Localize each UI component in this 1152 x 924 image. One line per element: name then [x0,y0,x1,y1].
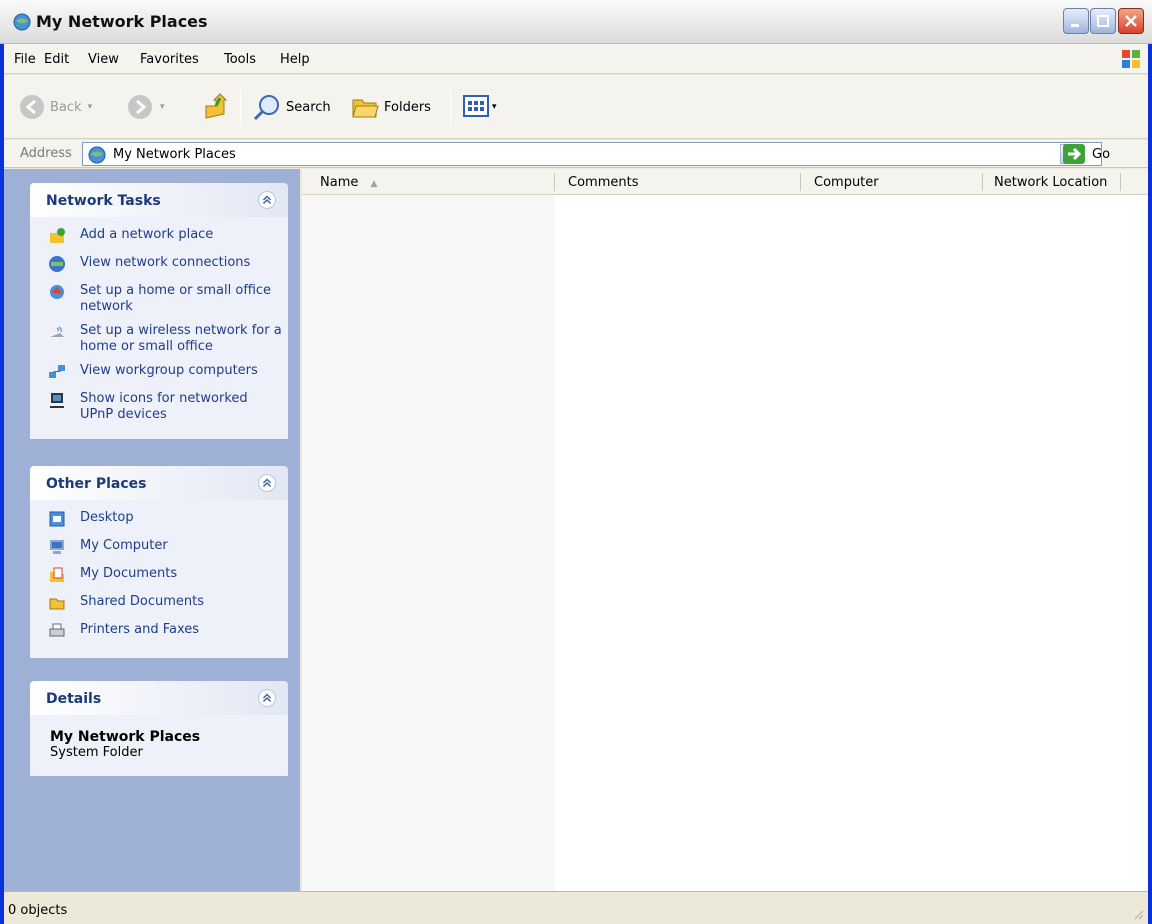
collapse-chevron-icon[interactable] [258,191,276,209]
my-computer-icon [50,540,64,554]
address-label: Address [20,146,72,161]
task-setup-wireless-network[interactable]: Set up a wireless network for a home or … [30,323,288,363]
place-printers-and-faxes[interactable]: Printers and Faxes [30,622,288,650]
task-add-network-place[interactable]: Add a network place [30,227,288,255]
status-bar: 0 objects [4,891,1148,924]
place-desktop[interactable]: Desktop [30,510,288,538]
views-icon [463,95,489,117]
task-show-upnp-devices[interactable]: Show icons for networked UPnP devices [30,391,288,431]
menu-bar: File Edit View Favorites Tools Help [4,44,1148,74]
column-name[interactable]: Name ▲ [320,175,377,190]
close-button[interactable] [1118,8,1144,34]
column-header: Name ▲ Comments Computer Network Locatio… [302,169,1148,195]
menu-favorites[interactable]: Favorites [140,52,199,67]
go-arrow-icon [1063,144,1085,164]
other-places-panel: Other Places Desktop My Computer My Docu… [30,466,288,658]
task-view-network-connections[interactable]: View network connections [30,255,288,283]
up-folder-icon [205,93,228,119]
status-text: 0 objects [8,903,68,918]
forward-button[interactable]: ▾ [126,93,165,121]
place-shared-documents[interactable]: Shared Documents [30,594,288,622]
menu-tools[interactable]: Tools [224,52,256,67]
windows-logo-icon [1122,50,1140,68]
menu-edit[interactable]: Edit [44,52,69,67]
network-tasks-panel: Network Tasks Add a network place View n… [30,183,288,439]
printer-icon [49,623,65,637]
sort-ascending-icon: ▲ [370,179,378,189]
network-places-icon [13,13,31,31]
views-button[interactable]: ▾ [462,93,497,121]
task-setup-home-network[interactable]: Set up a home or small office network [30,283,288,323]
add-network-place-icon [50,228,65,243]
maximize-button[interactable] [1090,8,1116,34]
column-computer[interactable]: Computer [814,175,879,190]
address-value: My Network Places [113,147,236,162]
details-panel: Details My Network Places System Folder [30,681,288,776]
network-tasks-header[interactable]: Network Tasks [30,183,288,217]
shared-documents-icon [49,598,65,610]
back-arrow-icon [20,95,44,119]
forward-arrow-icon [128,95,152,119]
my-documents-icon [50,567,64,582]
address-bar: Address My Network Places Go [4,140,1148,168]
back-button[interactable]: Back ▾ [18,93,92,121]
sorted-column-highlight [302,195,554,891]
address-input[interactable]: My Network Places [82,142,1102,166]
up-folder-button[interactable] [202,93,232,121]
network-connections-icon [49,256,65,272]
collapse-chevron-icon[interactable] [258,689,276,707]
resize-grip-icon[interactable] [1132,908,1144,920]
window-title: My Network Places [36,12,208,31]
network-places-icon [88,146,106,164]
home-network-icon [50,285,64,299]
details-type: System Folder [50,745,143,760]
column-comments[interactable]: Comments [568,175,638,190]
menu-help[interactable]: Help [280,52,310,67]
wireless-network-icon [50,326,64,337]
go-button[interactable]: Go [1062,142,1110,166]
task-pane: Network Tasks Add a network place View n… [4,169,300,891]
toolbar: Back ▾ ▾ Search Folders ▾ [4,75,1148,139]
menu-view[interactable]: View [88,52,119,67]
minimize-button[interactable] [1063,8,1089,34]
desktop-icon [49,511,65,527]
search-button[interactable]: Search [252,93,331,121]
place-my-computer[interactable]: My Computer [30,538,288,566]
place-my-documents[interactable]: My Documents [30,566,288,594]
collapse-chevron-icon[interactable] [258,474,276,492]
folders-icon [352,99,379,118]
explorer-window: My Network Places File Edit View Favorit… [0,0,1152,924]
file-list[interactable]: Name ▲ Comments Computer Network Locatio… [302,169,1148,891]
details-name: My Network Places [50,729,201,745]
task-view-workgroup-computers[interactable]: View workgroup computers [30,363,288,391]
workgroup-computers-icon [49,365,65,378]
folders-button[interactable]: Folders [350,93,431,121]
title-bar[interactable]: My Network Places [0,0,1152,44]
details-header[interactable]: Details [30,681,288,715]
search-icon [253,95,279,121]
other-places-header[interactable]: Other Places [30,466,288,500]
upnp-device-icon [50,393,64,408]
column-network-location[interactable]: Network Location [994,175,1107,190]
menu-file[interactable]: File [14,52,36,67]
